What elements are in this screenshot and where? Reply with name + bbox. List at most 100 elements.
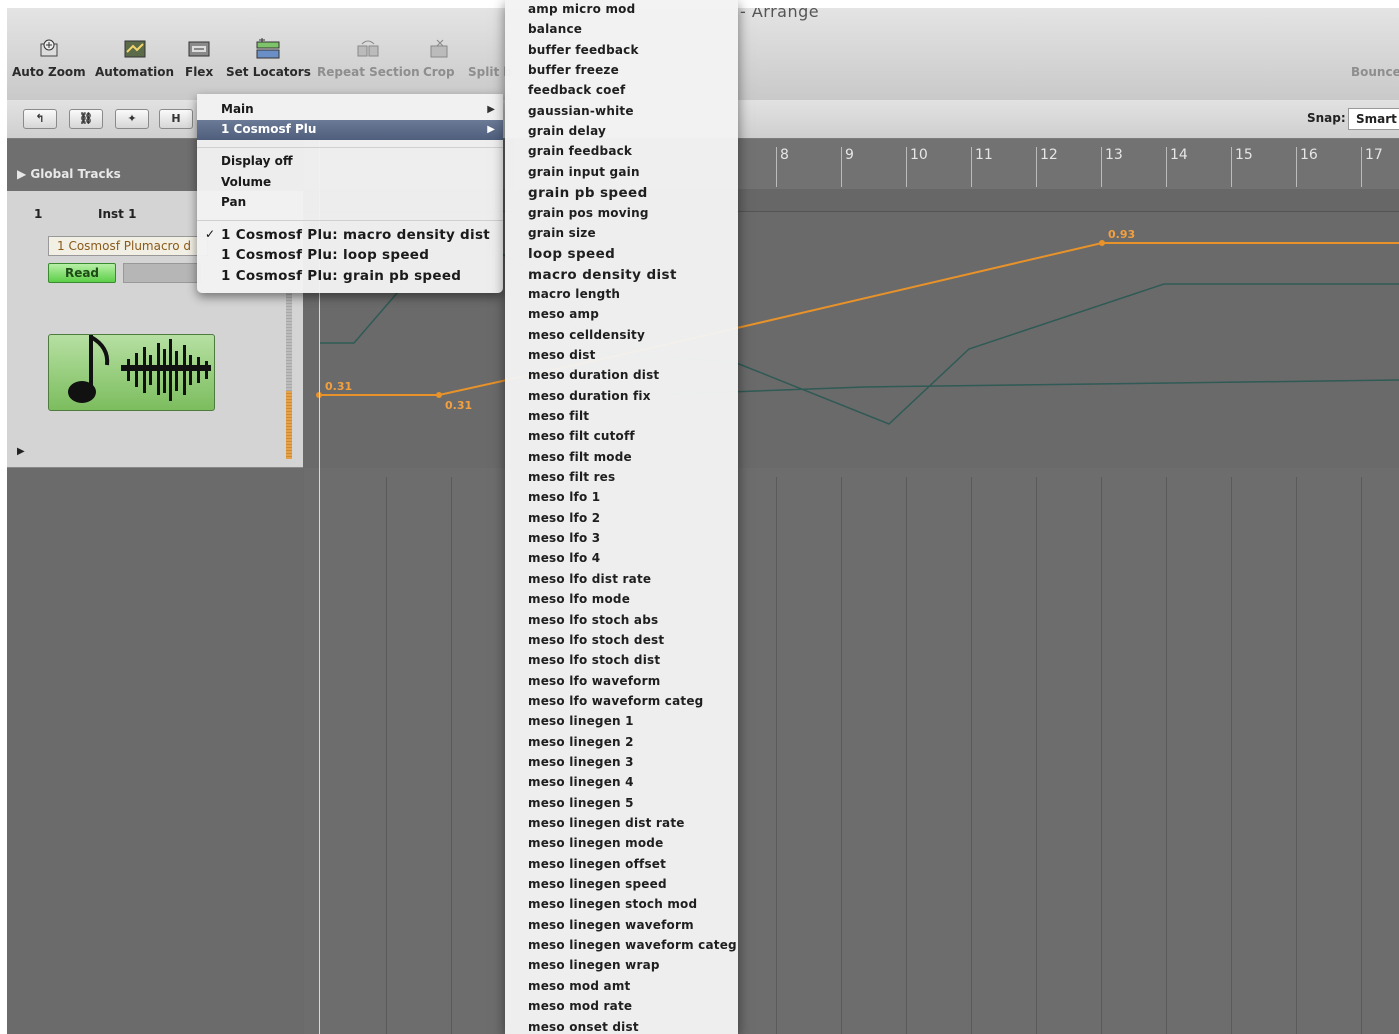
submenu-item[interactable]: meso duration fix xyxy=(528,389,651,403)
global-tracks-disclosure[interactable]: ▶ Global Tracks xyxy=(17,167,121,181)
track-disclosure-triangle-icon[interactable]: ▶ xyxy=(17,446,25,457)
submenu-item[interactable]: meso duration dist xyxy=(528,368,659,382)
grid-line xyxy=(386,477,387,1034)
catch-button[interactable]: ↰ xyxy=(23,109,57,129)
submenu-item[interactable]: meso lfo waveform categ xyxy=(528,694,703,708)
submenu-item[interactable]: meso mod amt xyxy=(528,979,630,993)
menu-item-pan[interactable]: Pan xyxy=(221,195,246,209)
submenu-item[interactable]: grain size xyxy=(528,226,596,240)
menu-item-volume[interactable]: Volume xyxy=(221,175,271,189)
menu-item-loop-speed[interactable]: 1 Cosmosf Plu: loop speed xyxy=(221,247,429,263)
submenu-item[interactable]: meso filt xyxy=(528,409,589,423)
submenu-item[interactable]: meso linegen offset xyxy=(528,857,666,871)
submenu-item[interactable]: meso linegen dist rate xyxy=(528,816,685,830)
submenu-item[interactable]: meso linegen 1 xyxy=(528,714,634,728)
menu-item-grain-pb-speed[interactable]: 1 Cosmosf Plu: grain pb speed xyxy=(221,268,461,284)
submenu-item[interactable]: meso mod rate xyxy=(528,999,632,1013)
repeat-section-button[interactable]: Repeat Section xyxy=(317,38,420,79)
submenu-item[interactable]: macro length xyxy=(528,287,620,301)
grid-line xyxy=(1101,477,1102,1034)
submenu-item[interactable]: meso linegen 5 xyxy=(528,796,634,810)
submenu-item[interactable]: amp micro mod xyxy=(528,2,635,16)
automation-parameter-menu[interactable]: 1 Cosmosf Plumacro d xyxy=(48,236,208,256)
menu-separator xyxy=(197,220,503,221)
submenu-item[interactable]: meso lfo stoch abs xyxy=(528,613,658,627)
submenu-item[interactable]: meso lfo mode xyxy=(528,592,630,606)
submenu-item[interactable]: meso celldensity xyxy=(528,328,645,342)
submenu-item[interactable]: meso lfo 3 xyxy=(528,531,600,545)
submenu-item[interactable]: meso onset dist xyxy=(528,1020,639,1034)
submenu-item[interactable]: macro density dist xyxy=(528,267,677,283)
automation-level-strip xyxy=(286,391,292,459)
automation-mode-button[interactable]: Read xyxy=(48,263,116,283)
ruler-bar-11: 11 xyxy=(971,147,993,187)
grid-line xyxy=(1231,477,1232,1034)
repeat-section-icon xyxy=(356,38,380,60)
submenu-item[interactable]: buffer feedback xyxy=(528,43,639,57)
submenu-item[interactable]: balance xyxy=(528,22,582,36)
link-button[interactable]: ⛓ xyxy=(69,109,103,129)
submenu-item[interactable]: meso linegen mode xyxy=(528,836,663,850)
menu-item-cosmosf[interactable]: 1 Cosmosf Plu xyxy=(221,122,316,136)
submenu-item[interactable]: meso amp xyxy=(528,307,599,321)
snap-select[interactable]: Smart xyxy=(1348,108,1399,130)
grid-line xyxy=(1361,477,1362,1034)
submenu-item[interactable]: meso linegen 4 xyxy=(528,775,634,789)
submenu-item[interactable]: meso filt mode xyxy=(528,450,632,464)
submenu-item[interactable]: grain pb speed xyxy=(528,185,648,201)
submenu-item[interactable]: grain feedback xyxy=(528,144,632,158)
hide-button[interactable]: H xyxy=(159,109,193,129)
set-locators-button[interactable]: Set Locators xyxy=(226,38,311,79)
submenu-item[interactable]: meso linegen waveform xyxy=(528,918,694,932)
grid-line xyxy=(1036,477,1037,1034)
automation-button[interactable]: Automation xyxy=(95,38,174,79)
submenu-item[interactable]: meso lfo stoch dist xyxy=(528,653,660,667)
submenu-item[interactable]: buffer freeze xyxy=(528,63,619,77)
submenu-item[interactable]: meso lfo 1 xyxy=(528,490,600,504)
submenu-item[interactable]: meso linegen stoch mod xyxy=(528,897,697,911)
submenu-item[interactable]: meso linegen waveform categ xyxy=(528,938,737,952)
submenu-item[interactable]: meso linegen speed xyxy=(528,877,667,891)
flex-button[interactable]: Flex xyxy=(185,38,213,79)
submenu-item[interactable]: gaussian-white xyxy=(528,104,634,118)
bounce-label: Bounce xyxy=(1351,65,1399,79)
submenu-item[interactable]: meso lfo dist rate xyxy=(528,572,651,586)
menu-item-macro-density-dist[interactable]: 1 Cosmosf Plu: macro density dist xyxy=(221,227,490,243)
submenu-item[interactable]: meso filt cutoff xyxy=(528,429,635,443)
submenu-item[interactable]: meso filt res xyxy=(528,470,615,484)
grid-line xyxy=(776,477,777,1034)
automation-label: Automation xyxy=(95,65,175,79)
submenu-item[interactable]: feedback coef xyxy=(528,83,625,97)
track-number: 1 xyxy=(34,207,43,221)
flex-mode-button[interactable]: ✦ xyxy=(115,109,149,129)
checkmark-icon: ✓ xyxy=(205,227,216,241)
auto-zoom-button[interactable]: Auto Zoom xyxy=(12,38,86,79)
automation-value-label: 0.93 xyxy=(1108,228,1135,241)
submenu-item[interactable]: meso linegen wrap xyxy=(528,958,660,972)
submenu-item[interactable]: loop speed xyxy=(528,246,615,262)
auto-zoom-label: Auto Zoom xyxy=(12,65,86,79)
automation-node[interactable] xyxy=(436,392,442,398)
menu-item-main[interactable]: Main xyxy=(221,102,254,116)
submenu-item[interactable]: grain delay xyxy=(528,124,606,138)
submenu-item[interactable]: grain pos moving xyxy=(528,206,649,220)
grid-line xyxy=(1296,477,1297,1034)
submenu-item[interactable]: meso lfo 4 xyxy=(528,551,600,565)
bounce-icon xyxy=(1364,38,1388,60)
flex-label: Flex xyxy=(185,65,214,79)
auto-zoom-icon xyxy=(37,38,61,60)
submenu-item[interactable]: grain input gain xyxy=(528,165,640,179)
menu-item-display-off[interactable]: Display off xyxy=(221,154,293,168)
submenu-item[interactable]: meso dist xyxy=(528,348,596,362)
track-name[interactable]: Inst 1 xyxy=(98,207,136,221)
submenu-item[interactable]: meso linegen 2 xyxy=(528,735,634,749)
crop-button[interactable]: Crop xyxy=(423,38,455,79)
empty-track-area xyxy=(7,468,303,1034)
submenu-item[interactable]: meso lfo waveform xyxy=(528,674,660,688)
automation-node[interactable] xyxy=(1099,240,1105,246)
submenu-item[interactable]: meso linegen 3 xyxy=(528,755,634,769)
automation-value-field[interactable] xyxy=(123,263,201,283)
bounce-button[interactable]: Bounce xyxy=(1351,38,1399,79)
submenu-item[interactable]: meso lfo 2 xyxy=(528,511,600,525)
submenu-item[interactable]: meso lfo stoch dest xyxy=(528,633,664,647)
